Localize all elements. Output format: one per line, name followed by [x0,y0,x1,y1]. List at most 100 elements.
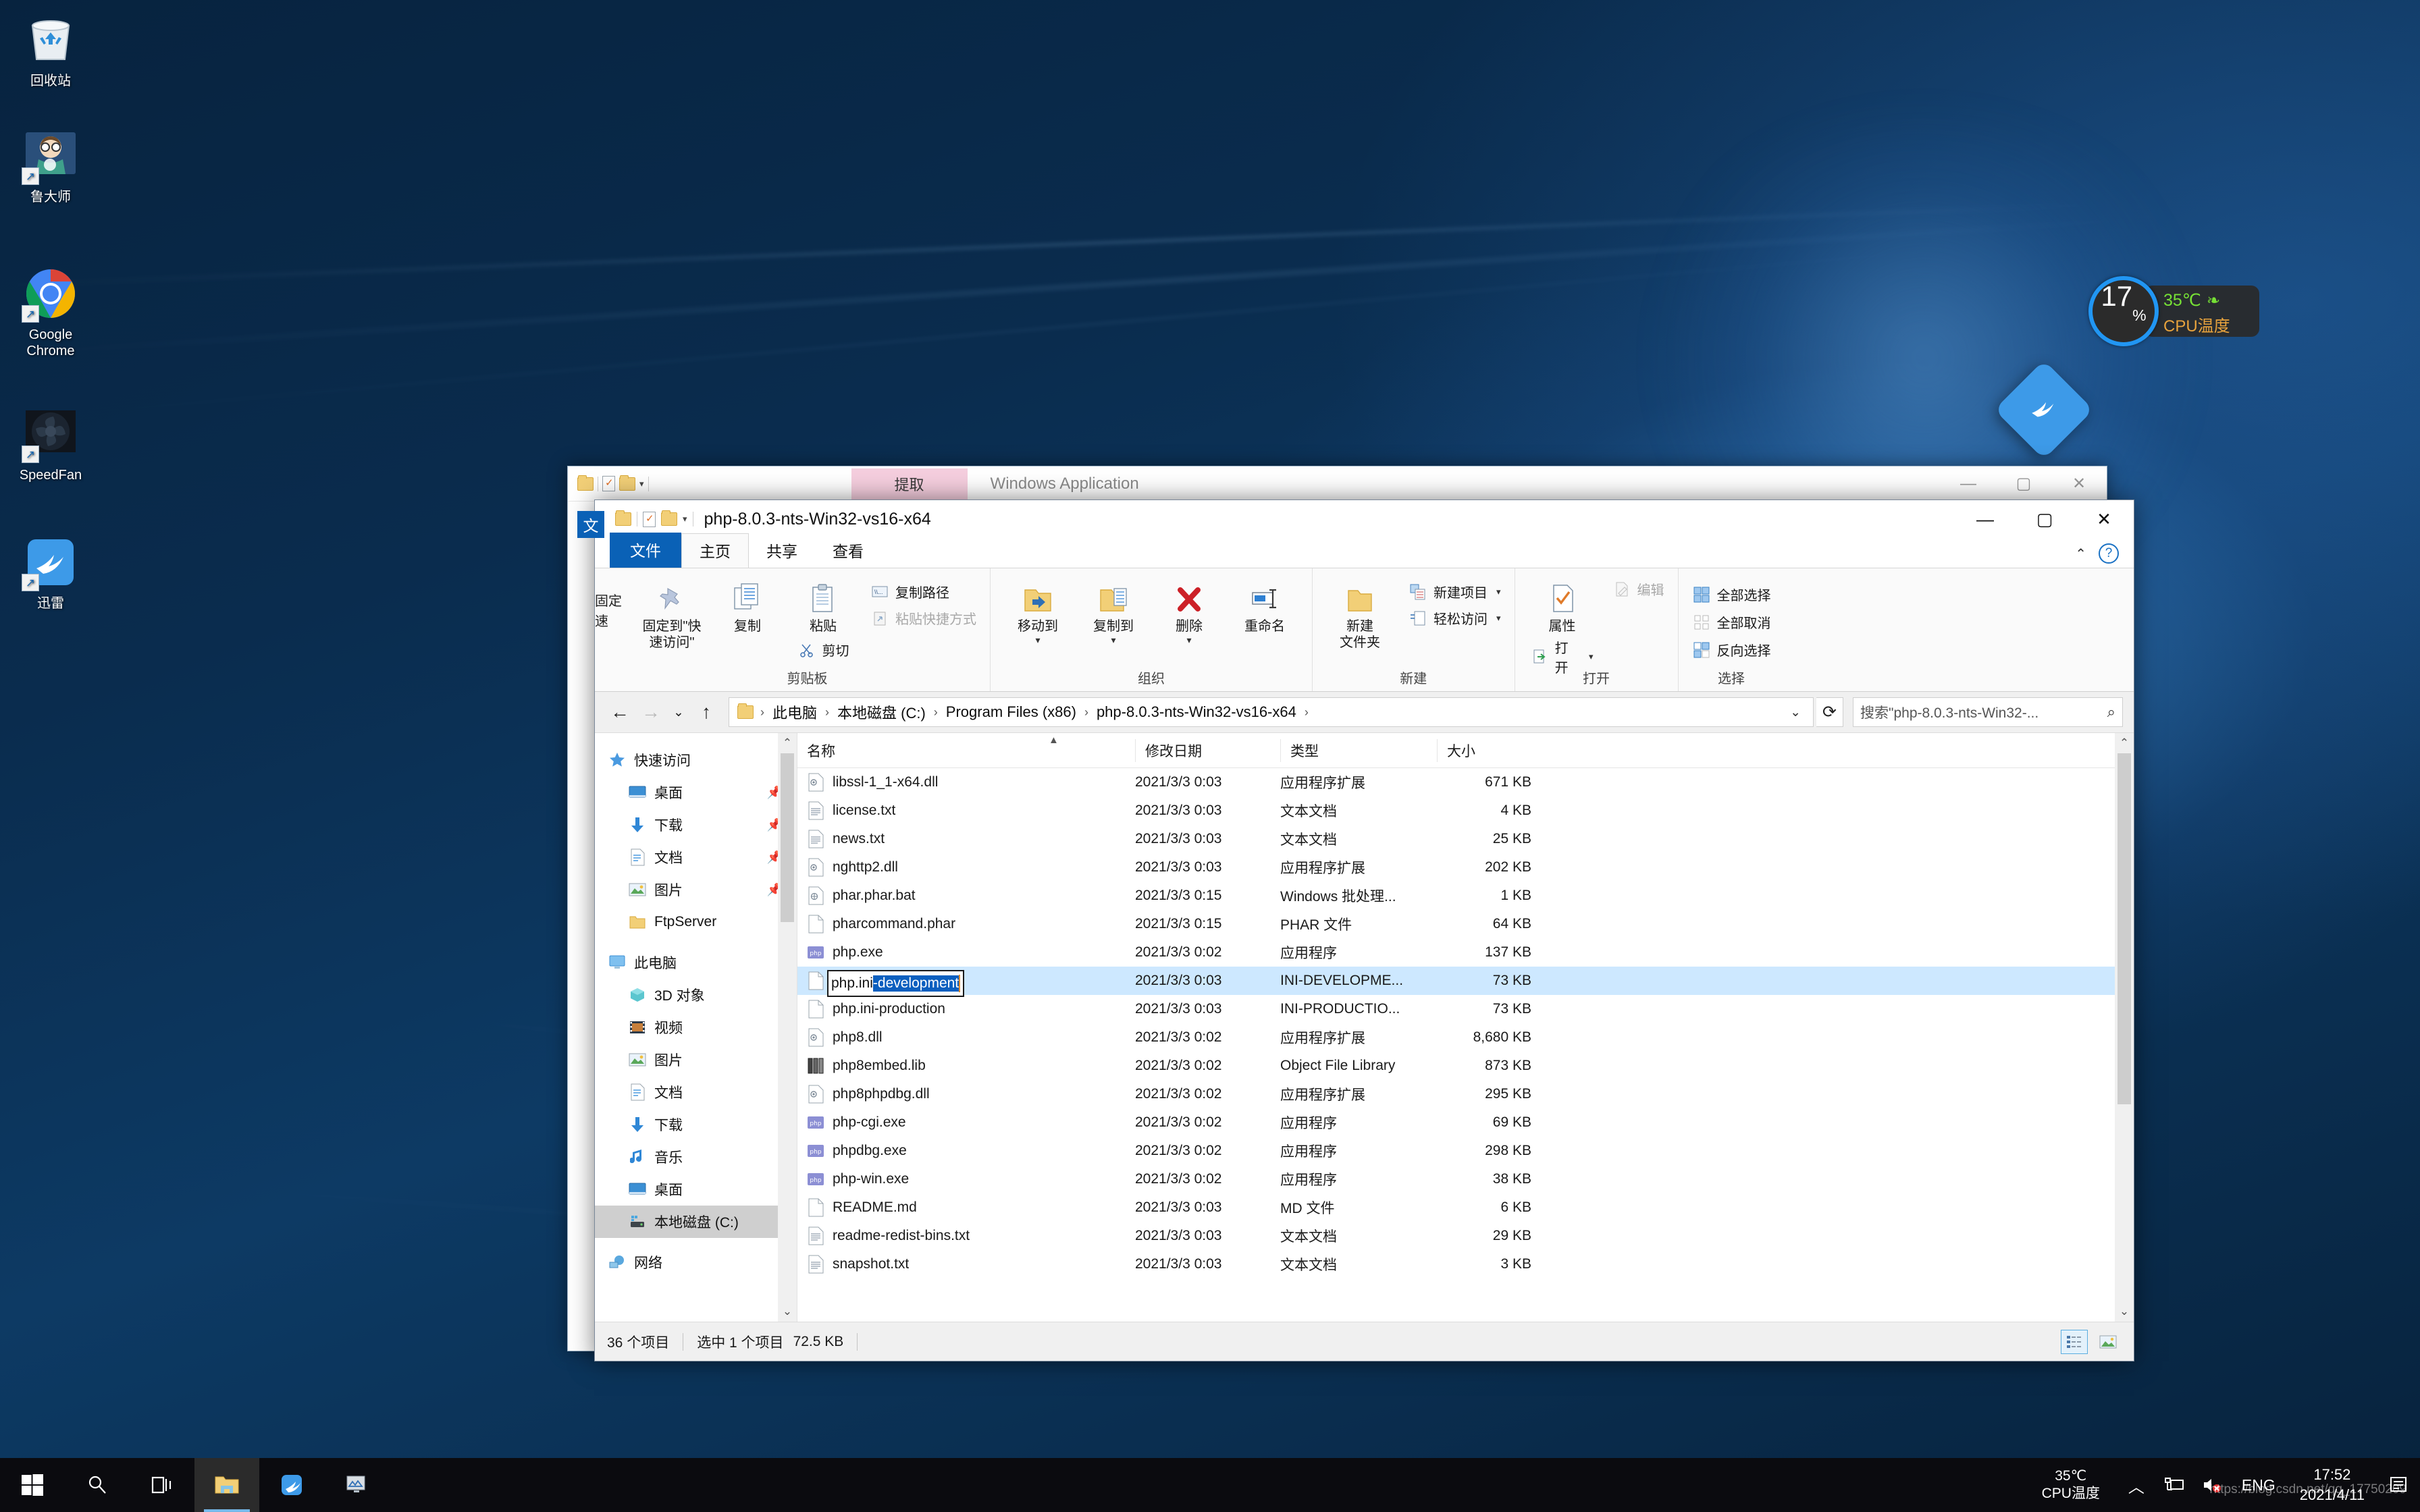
chevron-down-icon[interactable]: ▾ [1496,613,1501,624]
sidebar-item-quick-access[interactable]: 快速访问 [595,744,797,776]
table-row[interactable]: news.txt 2021/3/3 0:03 文本文档 25 KB [797,825,2134,853]
properties-icon[interactable]: ✓ [602,476,615,491]
new-folder-button[interactable]: 新建 文件夹 [1322,574,1398,651]
search-input[interactable]: 搜索"php-8.0.3-nts-Win32-... ⌕ [1853,697,2123,727]
file-name-cell[interactable]: php.ini-production [797,999,1135,1019]
table-row[interactable]: php.ini -development 2021/3/3 0:03 INI-DEVE… [797,967,2134,997]
paste-shortcut-button[interactable]: 粘贴快捷方式 [866,607,980,629]
chevron-down-icon[interactable]: ▾ [1111,634,1115,646]
column-header-date[interactable]: 修改日期 [1135,738,1280,762]
file-name-cell[interactable]: php.ini -development [797,970,1135,997]
scroll-up-icon[interactable]: ⌃ [2115,733,2134,753]
copy-to-button[interactable]: 复制到 ▾ [1076,574,1151,646]
copy-path-button[interactable]: \\... 复制路径 [866,580,980,603]
chevron-down-icon[interactable]: ▾ [639,479,644,489]
taskbar-xunlei[interactable] [259,1458,324,1512]
tab-view[interactable]: 查看 [815,534,881,568]
recent-locations-icon[interactable]: ⌄ [668,698,689,726]
network-icon[interactable] [2155,1458,2193,1512]
explorer-titlebar[interactable]: 文 ✓ ▾ php-8.0.3-nts-Win32-vs16-x64 — ▢ ✕ [577,500,2134,538]
table-row[interactable]: php8embed.lib 2021/3/3 0:02 Object File Li… [797,1052,2134,1080]
table-row[interactable]: php8.dll 2021/3/3 0:02 应用程序扩展 8,680 KB [797,1023,2134,1052]
sidebar-item-downloads[interactable]: 下载 📌 [595,809,797,841]
paste-button[interactable]: 粘贴 剪切 [785,574,861,661]
background-close-button[interactable]: ✕ [2051,466,2107,502]
background-quick-access-toolbar[interactable]: ✓ ▾ [568,475,649,491]
task-view-button[interactable] [130,1458,194,1512]
extract-tab[interactable]: 提取 [851,468,968,500]
sidebar-item-documents-2[interactable]: 文档 [595,1076,797,1108]
file-list-header[interactable]: 名称 修改日期 类型 大小 ▲ [797,733,2134,768]
file-name-cell[interactable]: php8.dll [797,1027,1135,1048]
column-header-name[interactable]: 名称 [797,739,1135,762]
cut-button[interactable]: 剪切 [793,639,853,661]
rename-button[interactable]: 重命名 [1227,574,1303,634]
chevron-down-icon[interactable]: ▾ [683,514,687,524]
chevron-down-icon[interactable]: ⌄ [1783,705,1808,720]
pin-to-quick-access-button[interactable]: 固定到"快 速访问" [634,574,710,651]
invert-selection-button[interactable]: 反向选择 [1688,639,1775,661]
file-name-cell[interactable]: php8embed.lib [797,1056,1135,1076]
table-row[interactable]: pharcommand.phar 2021/3/3 0:15 PHAR 文件 64 K… [797,910,2134,938]
sidebar-item-videos[interactable]: 视频 [595,1011,797,1044]
close-button[interactable]: ✕ [2074,500,2134,538]
forward-arrow-icon[interactable]: → [637,698,665,726]
file-name-cell[interactable]: news.txt [797,829,1135,849]
refresh-icon[interactable]: ⟳ [1816,697,1843,727]
rename-input[interactable]: php.ini -development [827,970,965,997]
breadcrumb-item-program-files[interactable]: Program Files (x86) [941,701,1082,723]
sidebar-item-ftpserver[interactable]: FtpServer [595,906,797,938]
copy-button[interactable]: 复制 [710,574,785,634]
explorer-window-controls[interactable]: — ▢ ✕ [1955,500,2134,538]
table-row[interactable]: readme-redist-bins.txt 2021/3/3 0:03 文本文档 2… [797,1222,2134,1250]
file-name-cell[interactable]: readme-redist-bins.txt [797,1226,1135,1246]
table-row[interactable]: nghttp2.dll 2021/3/3 0:03 应用程序扩展 202 KB [797,853,2134,882]
sidebar-item-downloads-2[interactable]: 下载 [595,1108,797,1141]
background-window-controls[interactable]: — ▢ ✕ [1941,466,2107,502]
thumbnails-view-icon[interactable] [2095,1330,2122,1354]
chevron-down-icon[interactable]: ▾ [1589,651,1594,662]
ribbon-tabs[interactable]: 文件 主页 共享 查看 ⌃ ? [595,533,2134,568]
scroll-down-icon[interactable]: ⌄ [2115,1301,2134,1322]
file-name-cell[interactable]: nghttp2.dll [797,857,1135,878]
search-button[interactable] [65,1458,130,1512]
file-name-cell[interactable]: license.txt [797,801,1135,821]
new-folder-icon[interactable] [661,510,677,526]
easy-access-button[interactable]: 轻松访问 ▾ [1404,607,1505,629]
background-minimize-button[interactable]: — [1941,466,1996,502]
minimize-button[interactable]: — [1955,500,2015,538]
move-to-button[interactable]: 移动到 ▾ [1000,574,1076,646]
file-name-cell[interactable]: pharcommand.phar [797,914,1135,934]
breadcrumb-item-php[interactable]: php-8.0.3-nts-Win32-vs16-x64 [1091,701,1302,723]
navigation-pane[interactable]: 快速访问 桌面 📌 下载 📌 文档 📌 图片 📌 FtpServer 此电脑 3… [595,733,797,1322]
chevron-up-icon[interactable]: ⌃ [2075,545,2086,562]
up-arrow-icon[interactable]: ↑ [692,698,720,726]
scroll-down-icon[interactable]: ⌄ [778,1301,797,1322]
address-bar[interactable]: ← → ⌄ ↑ › 此电脑 › 本地磁盘 (C:) › Program File… [595,692,2134,732]
edit-button[interactable]: 编辑 [1608,578,1668,600]
sidebar-item-pictures-2[interactable]: 图片 [595,1044,797,1076]
tab-home[interactable]: 主页 [681,533,749,568]
file-name-cell[interactable]: php php-win.exe [797,1169,1135,1189]
table-row[interactable]: php php.exe 2021/3/3 0:02 应用程序 137 KB [797,938,2134,967]
file-rows-container[interactable]: libssl-1_1-x64.dll 2021/3/3 0:03 应用程序扩展 671… [797,768,2134,1278]
quick-access-toolbar[interactable]: ✓ ▾ [595,510,693,527]
breadcrumb-item-this-pc[interactable]: 此电脑 [767,699,822,725]
file-name-cell[interactable]: libssl-1_1-x64.dll [797,772,1135,792]
column-header-size[interactable]: 大小 [1437,738,1549,762]
tab-share[interactable]: 共享 [749,534,815,568]
delete-button[interactable]: 删除 ▾ [1151,574,1227,646]
maximize-button[interactable]: ▢ [2015,500,2074,538]
file-name-cell[interactable]: snapshot.txt [797,1254,1135,1274]
properties-button[interactable]: 属性 打开 ▾ [1525,574,1600,678]
desktop-icon-speedfan[interactable]: ↗ SpeedFan [0,405,101,483]
table-row[interactable]: php php-cgi.exe 2021/3/3 0:02 应用程序 69 KB [797,1108,2134,1137]
folder-icon[interactable] [577,475,594,491]
ribbon-panel[interactable]: 固定速 固定到"快 速访问" 复制 粘贴 剪切 \\... 复制路径 粘贴快捷方… [595,568,2134,692]
cpu-monitor-widget[interactable]: 35℃ ❧ CPU温度 17% [2082,273,2264,349]
taskbar-file-explorer[interactable] [194,1458,259,1512]
file-list[interactable]: 名称 修改日期 类型 大小 ▲ libssl-1_1-x64.dll 2021/3… [797,733,2134,1322]
file-list-scrollbar[interactable]: ⌃ ⌄ [2115,733,2134,1322]
chevron-down-icon[interactable]: ▾ [1496,587,1501,597]
sidebar-item-pictures[interactable]: 图片 📌 [595,873,797,906]
